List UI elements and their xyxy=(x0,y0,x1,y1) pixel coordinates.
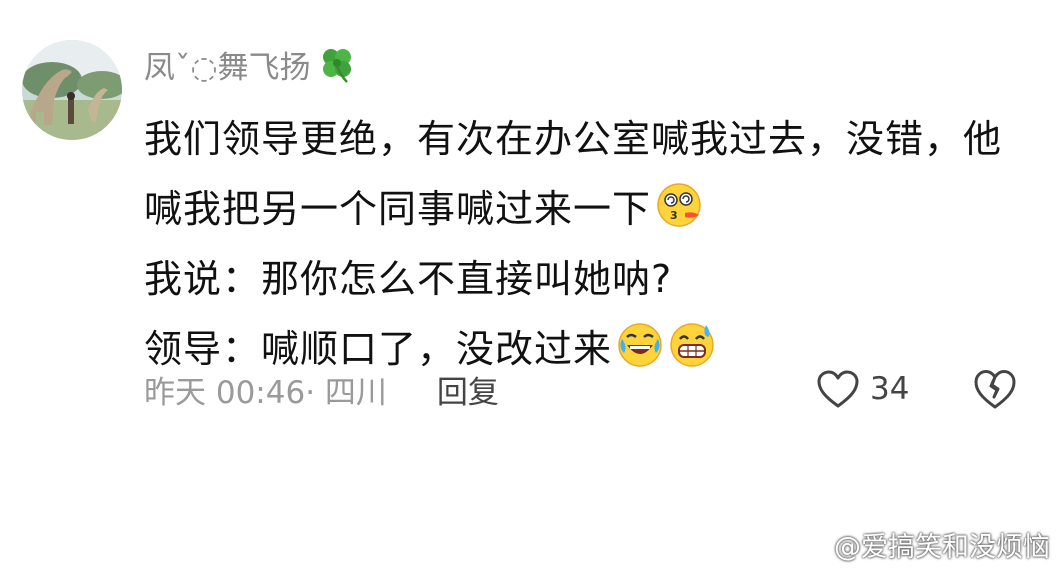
weibo-logo-icon xyxy=(797,533,828,557)
reply-button[interactable]: 回复 xyxy=(437,367,499,412)
comment-line-3-text: 我说：那你怎么不直接叫她呐? xyxy=(144,256,673,301)
comment-line-1: 我们领导更绝，有次在办公室喊我过去，没错，他 xyxy=(144,100,1024,170)
comment-card: 凤ˇ◌舞飞扬 我们领导更绝，有次在办公室喊我过去，没错，他 喊我把另一个同事喊过… xyxy=(0,0,1062,578)
dizzy-face-emoji-icon: 3 xyxy=(655,181,703,229)
comment-line-3: 我说：那你怎么不直接叫她呐? xyxy=(144,240,1024,310)
comment-body: 我们领导更绝，有次在办公室喊我过去，没错，他 喊我把另一个同事喊过来一下 3 我… xyxy=(144,100,1024,380)
avatar[interactable] xyxy=(22,40,122,140)
like-count: 34 xyxy=(870,371,910,407)
username-text: 凤ˇ◌舞飞扬 xyxy=(144,49,311,86)
like-button[interactable]: 34 xyxy=(816,364,909,414)
comment-location: · 四川 xyxy=(305,374,387,411)
avatar-image xyxy=(22,40,122,140)
comment-line-2-text: 喊我把另一个同事喊过来一下 xyxy=(144,186,652,231)
watermark: @爱搞笑和没烦恼 xyxy=(796,525,1050,564)
comment-line-2: 喊我把另一个同事喊过来一下 3 xyxy=(144,170,1024,240)
dislike-button[interactable] xyxy=(972,366,1018,412)
grinning-sweat-face-emoji-icon xyxy=(668,321,716,369)
watermark-text: @爱搞笑和没烦恼 xyxy=(834,532,1050,563)
comment-meta: 昨天 00:46 · 四川 回复 xyxy=(144,362,499,416)
four-leaf-clover-icon xyxy=(317,44,357,84)
svg-text:3: 3 xyxy=(670,209,679,222)
comment-username[interactable]: 凤ˇ◌舞飞扬 xyxy=(144,38,357,90)
heart-outline-icon xyxy=(817,370,859,408)
broken-heart-outline-icon xyxy=(974,370,1016,409)
rolling-laughing-face-emoji-icon xyxy=(616,321,664,369)
comment-timestamp: 昨天 00:46 xyxy=(144,374,306,411)
comment-line-1-text: 我们领导更绝，有次在办公室喊我过去，没错，他 xyxy=(144,116,1003,161)
